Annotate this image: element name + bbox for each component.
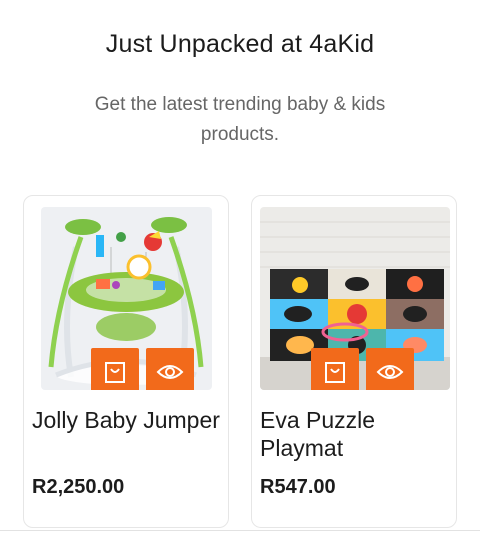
product-card[interactable]: Jolly Baby Jumper R2,250.00 (23, 195, 229, 528)
shopping-bag-icon (105, 362, 125, 383)
section-title: Just Unpacked at 4aKid (105, 30, 375, 58)
product-name[interactable]: Jolly Baby Jumper (32, 406, 222, 434)
product-actions (91, 348, 194, 390)
quick-view-button[interactable] (366, 348, 414, 390)
add-to-cart-button[interactable] (91, 348, 139, 390)
add-to-cart-button[interactable] (311, 348, 359, 390)
product-image-puzzle-playmat[interactable] (260, 207, 450, 390)
quick-view-button[interactable] (146, 348, 194, 390)
product-price: R547.00 (260, 476, 336, 498)
divider (0, 530, 480, 531)
product-card[interactable]: Eva Puzzle Playmat R547.00 (251, 195, 457, 528)
product-image-baby-jumper[interactable] (41, 207, 212, 390)
shopping-bag-icon (325, 362, 345, 383)
eye-icon (376, 365, 404, 379)
section-subtitle: Get the latest trending baby & kids prod… (94, 94, 386, 145)
eye-icon (156, 365, 184, 379)
product-actions (311, 348, 414, 390)
product-name[interactable]: Eva Puzzle Playmat (260, 406, 450, 462)
product-price: R2,250.00 (32, 476, 125, 498)
